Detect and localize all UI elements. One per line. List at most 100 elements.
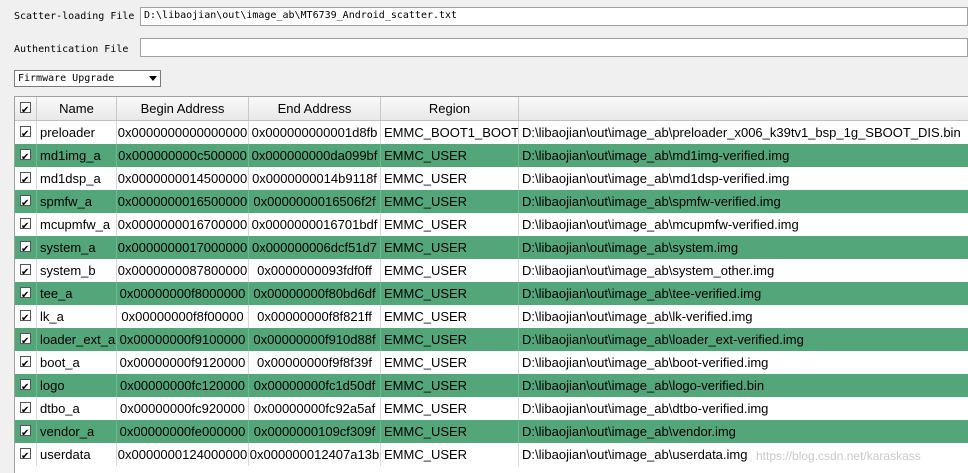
end-address: 0x0000000016506f2f	[249, 190, 381, 213]
table-row[interactable]: system_a0x00000000170000000x000000006dcf…	[15, 236, 968, 259]
region: EMMC_USER	[381, 397, 519, 420]
file-location[interactable]: D:\libaojian\out\image_ab\system_other.i…	[519, 259, 968, 282]
end-address: 0x00000000fc92a5af	[249, 397, 381, 420]
row-checkbox-cell[interactable]	[15, 259, 37, 282]
file-location[interactable]: D:\libaojian\out\image_ab\system.img	[519, 236, 968, 259]
row-checkbox-cell[interactable]	[15, 213, 37, 236]
table-header: Name Begin Address End Address Region	[15, 97, 968, 122]
mode-select[interactable]: Firmware Upgrade	[14, 70, 161, 87]
row-checkbox[interactable]	[20, 284, 31, 305]
end-address: 0x0000000016701bdf	[249, 213, 381, 236]
header-region[interactable]: Region	[381, 97, 519, 120]
table-row[interactable]: boot_a0x00000000f91200000x00000000f9f8f3…	[15, 351, 968, 374]
watermark: https://blog.csdn.net/karaskass	[756, 449, 921, 463]
file-location[interactable]: D:\libaojian\out\image_ab\md1dsp-verifie…	[519, 167, 968, 190]
row-checkbox-cell[interactable]	[15, 374, 37, 397]
row-checkbox[interactable]	[20, 422, 31, 443]
row-checkbox[interactable]	[20, 353, 31, 374]
row-checkbox[interactable]	[20, 330, 31, 351]
end-address: 0x000000012407a13b	[249, 443, 381, 466]
region: EMMC_USER	[381, 167, 519, 190]
file-location[interactable]: D:\libaojian\out\image_ab\vendor.img	[519, 420, 968, 443]
partition-name: system_a	[37, 236, 117, 259]
row-checkbox-cell[interactable]	[15, 443, 37, 466]
partition-table: Name Begin Address End Address Region pr…	[14, 96, 968, 473]
row-checkbox[interactable]	[20, 146, 31, 167]
row-checkbox-cell[interactable]	[15, 282, 37, 305]
begin-address: 0x000000000c500000	[117, 144, 249, 167]
region: EMMC_USER	[381, 190, 519, 213]
row-checkbox-cell[interactable]	[15, 144, 37, 167]
table-row[interactable]: tee_a0x00000000f80000000x00000000f80bd6d…	[15, 282, 968, 305]
auth-file-input[interactable]	[140, 38, 968, 57]
select-all-cell[interactable]	[15, 97, 37, 122]
end-address: 0x00000000f80bd6df	[249, 282, 381, 305]
table-row[interactable]: md1img_a0x000000000c5000000x000000000da0…	[15, 144, 968, 167]
file-location[interactable]: D:\libaojian\out\image_ab\boot-verified.…	[519, 351, 968, 374]
table-row[interactable]: spmfw_a0x00000000165000000x0000000016506…	[15, 190, 968, 213]
row-checkbox-cell[interactable]	[15, 236, 37, 259]
row-checkbox[interactable]	[20, 376, 31, 397]
end-address: 0x0000000014b9118f	[249, 167, 381, 190]
table-row[interactable]: dtbo_a0x00000000fc9200000x00000000fc92a5…	[15, 397, 968, 420]
table-row[interactable]: md1dsp_a0x00000000145000000x0000000014b9…	[15, 167, 968, 190]
row-checkbox[interactable]	[20, 123, 31, 144]
table-row[interactable]: lk_a0x00000000f8f000000x00000000f8f821ff…	[15, 305, 968, 328]
row-checkbox-cell[interactable]	[15, 305, 37, 328]
begin-address: 0x00000000fc920000	[117, 397, 249, 420]
begin-address: 0x00000000fc120000	[117, 374, 249, 397]
header-location[interactable]	[519, 97, 968, 120]
header-end-address[interactable]: End Address	[249, 97, 381, 120]
row-checkbox-cell[interactable]	[15, 167, 37, 190]
file-location[interactable]: D:\libaojian\out\image_ab\mcupmfw-verifi…	[519, 213, 968, 236]
row-checkbox-cell[interactable]	[15, 328, 37, 351]
row-checkbox[interactable]	[20, 399, 31, 420]
file-location[interactable]: D:\libaojian\out\image_ab\preloader_x006…	[519, 121, 968, 144]
scatter-file-input[interactable]: D:\libaojian\out\image_ab\MT6739_Android…	[140, 7, 968, 26]
row-checkbox-cell[interactable]	[15, 121, 37, 144]
table-row[interactable]: mcupmfw_a0x00000000167000000x00000000167…	[15, 213, 968, 236]
begin-address: 0x00000000f9100000	[117, 328, 249, 351]
partition-name: vendor_a	[37, 420, 117, 443]
region: EMMC_USER	[381, 374, 519, 397]
partition-name: loader_ext_a	[37, 328, 117, 351]
table-row[interactable]: system_b0x00000000878000000x0000000093fd…	[15, 259, 968, 282]
row-checkbox[interactable]	[20, 307, 31, 328]
row-checkbox-cell[interactable]	[15, 420, 37, 443]
end-address: 0x000000000da099bf	[249, 144, 381, 167]
file-location[interactable]: D:\libaojian\out\image_ab\logo-verified.…	[519, 374, 968, 397]
partition-name: tee_a	[37, 282, 117, 305]
file-location[interactable]: D:\libaojian\out\image_ab\dtbo-verified.…	[519, 397, 968, 420]
row-checkbox[interactable]	[20, 215, 31, 236]
partition-name: spmfw_a	[37, 190, 117, 213]
row-checkbox[interactable]	[20, 169, 31, 190]
end-address: 0x0000000093fdf0ff	[249, 259, 381, 282]
file-location[interactable]: D:\libaojian\out\image_ab\tee-verified.i…	[519, 282, 968, 305]
partition-name: md1dsp_a	[37, 167, 117, 190]
row-checkbox[interactable]	[20, 192, 31, 213]
row-checkbox[interactable]	[20, 445, 31, 466]
begin-address: 0x00000000f8f00000	[117, 305, 249, 328]
file-location[interactable]: D:\libaojian\out\image_ab\spmfw-verified…	[519, 190, 968, 213]
begin-address: 0x0000000016700000	[117, 213, 249, 236]
header-name[interactable]: Name	[37, 97, 117, 120]
row-checkbox[interactable]	[20, 238, 31, 259]
row-checkbox-cell[interactable]	[15, 351, 37, 374]
partition-name: md1img_a	[37, 144, 117, 167]
table-row[interactable]: logo0x00000000fc1200000x00000000fc1d50df…	[15, 374, 968, 397]
header-begin-address[interactable]: Begin Address	[117, 97, 249, 120]
file-location[interactable]: D:\libaojian\out\image_ab\md1img-verifie…	[519, 144, 968, 167]
table-row[interactable]: vendor_a0x00000000fe0000000x0000000109cf…	[15, 420, 968, 443]
file-location[interactable]: D:\libaojian\out\image_ab\loader_ext-ver…	[519, 328, 968, 351]
row-checkbox-cell[interactable]	[15, 190, 37, 213]
table-row[interactable]: loader_ext_a0x00000000f91000000x00000000…	[15, 328, 968, 351]
region: EMMC_USER	[381, 305, 519, 328]
row-checkbox-cell[interactable]	[15, 397, 37, 420]
file-location[interactable]: D:\libaojian\out\image_ab\lk-verified.im…	[519, 305, 968, 328]
table-row[interactable]: preloader0x00000000000000000x00000000000…	[15, 121, 968, 144]
chevron-down-icon[interactable]	[149, 76, 157, 81]
select-all-checkbox[interactable]	[20, 99, 31, 122]
row-checkbox[interactable]	[20, 261, 31, 282]
end-address: 0x000000006dcf51d7	[249, 236, 381, 259]
begin-address: 0x0000000124000000	[117, 443, 249, 466]
